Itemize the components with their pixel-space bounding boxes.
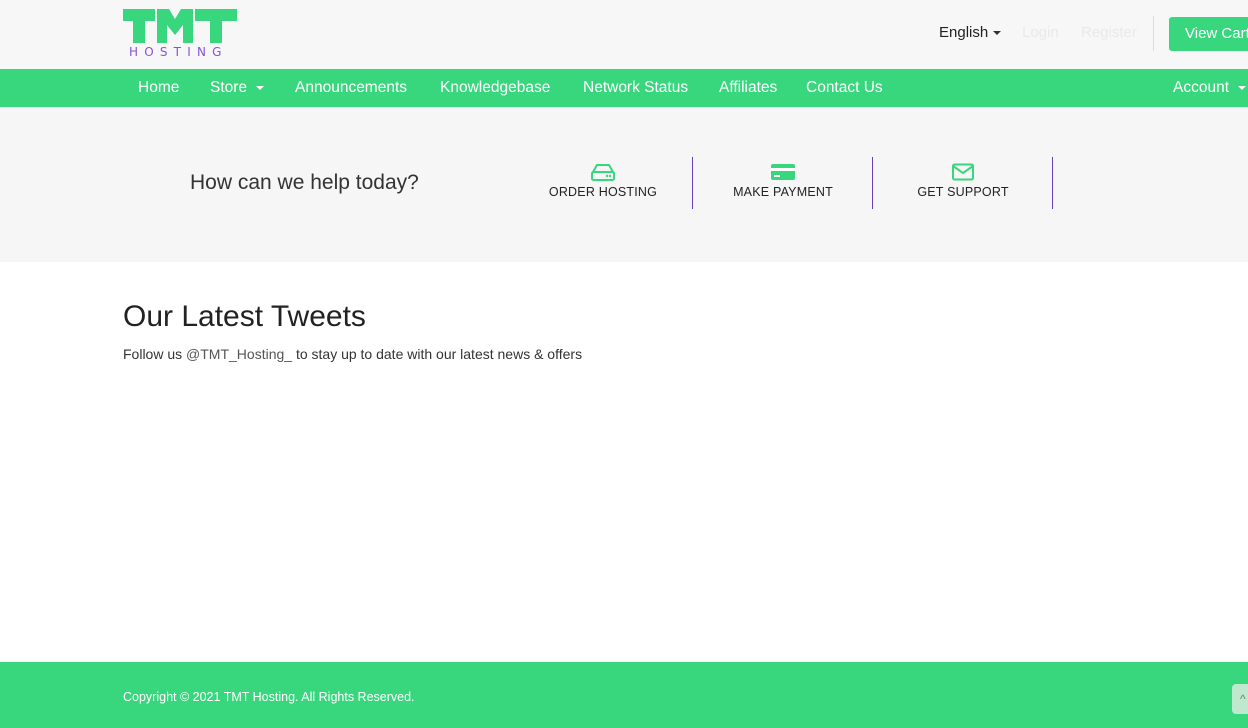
server-icon xyxy=(591,164,615,181)
action-divider xyxy=(1052,157,1053,209)
tmt-hosting-logo[interactable]: HOSTING xyxy=(123,9,237,61)
credit-card-icon xyxy=(771,164,795,180)
nav-account[interactable]: Account xyxy=(1173,69,1247,107)
header: HOSTING English Login Register View Cart xyxy=(0,0,1248,69)
tweets-heading: Our Latest Tweets xyxy=(123,300,366,333)
header-divider xyxy=(1153,16,1154,51)
main-navbar: Home Store Announcements Knowledgebase N… xyxy=(0,69,1248,107)
register-link[interactable]: Register xyxy=(1081,24,1137,41)
nav-home[interactable]: Home xyxy=(138,69,179,107)
chevron-up-icon: ^ xyxy=(1240,692,1246,706)
twitter-handle-link[interactable]: @TMT_Hosting_ xyxy=(186,346,292,362)
help-section: How can we help today? ORDER HOSTING MAK… xyxy=(0,107,1248,262)
order-hosting-action[interactable]: ORDER HOSTING xyxy=(513,157,693,209)
logo-subtitle: HOSTING xyxy=(129,45,228,59)
envelope-icon xyxy=(952,163,974,181)
caret-down-icon xyxy=(993,31,1002,36)
logo-mark xyxy=(123,9,237,43)
order-hosting-label: ORDER HOSTING xyxy=(548,185,658,199)
nav-knowledgebase[interactable]: Knowledgebase xyxy=(440,69,550,107)
view-cart-button[interactable]: View Cart xyxy=(1169,17,1248,51)
language-dropdown[interactable]: English xyxy=(939,24,1002,41)
make-payment-label: MAKE PAYMENT xyxy=(733,185,833,199)
logo-tmt-glyphs xyxy=(123,9,237,43)
language-label: English xyxy=(939,24,989,41)
get-support-label: GET SUPPORT xyxy=(917,185,1009,199)
caret-down-icon xyxy=(1238,85,1247,90)
tweets-prefix: Follow us xyxy=(123,346,187,362)
make-payment-action[interactable]: MAKE PAYMENT xyxy=(693,157,873,209)
nav-affiliates[interactable]: Affiliates xyxy=(719,69,777,107)
caret-down-icon xyxy=(256,85,265,90)
nav-network-status[interactable]: Network Status xyxy=(583,69,688,107)
tweets-description: Follow us @TMT_Hosting_ to stay up to da… xyxy=(123,346,582,362)
get-support-action[interactable]: GET SUPPORT xyxy=(873,157,1053,209)
tweets-suffix: to stay up to date with our latest news … xyxy=(292,346,583,362)
back-to-top-button[interactable]: ^ xyxy=(1232,684,1248,714)
login-link[interactable]: Login xyxy=(1022,24,1059,41)
copyright-text: Copyright © 2021 TMT Hosting. All Rights… xyxy=(123,690,415,704)
nav-account-label: Account xyxy=(1173,79,1230,96)
nav-contact-us[interactable]: Contact Us xyxy=(806,69,883,107)
nav-store-label: Store xyxy=(210,79,248,96)
footer: Copyright © 2021 TMT Hosting. All Rights… xyxy=(0,662,1248,728)
nav-store[interactable]: Store xyxy=(210,69,265,107)
nav-announcements[interactable]: Announcements xyxy=(295,69,407,107)
help-title: How can we help today? xyxy=(190,171,419,194)
